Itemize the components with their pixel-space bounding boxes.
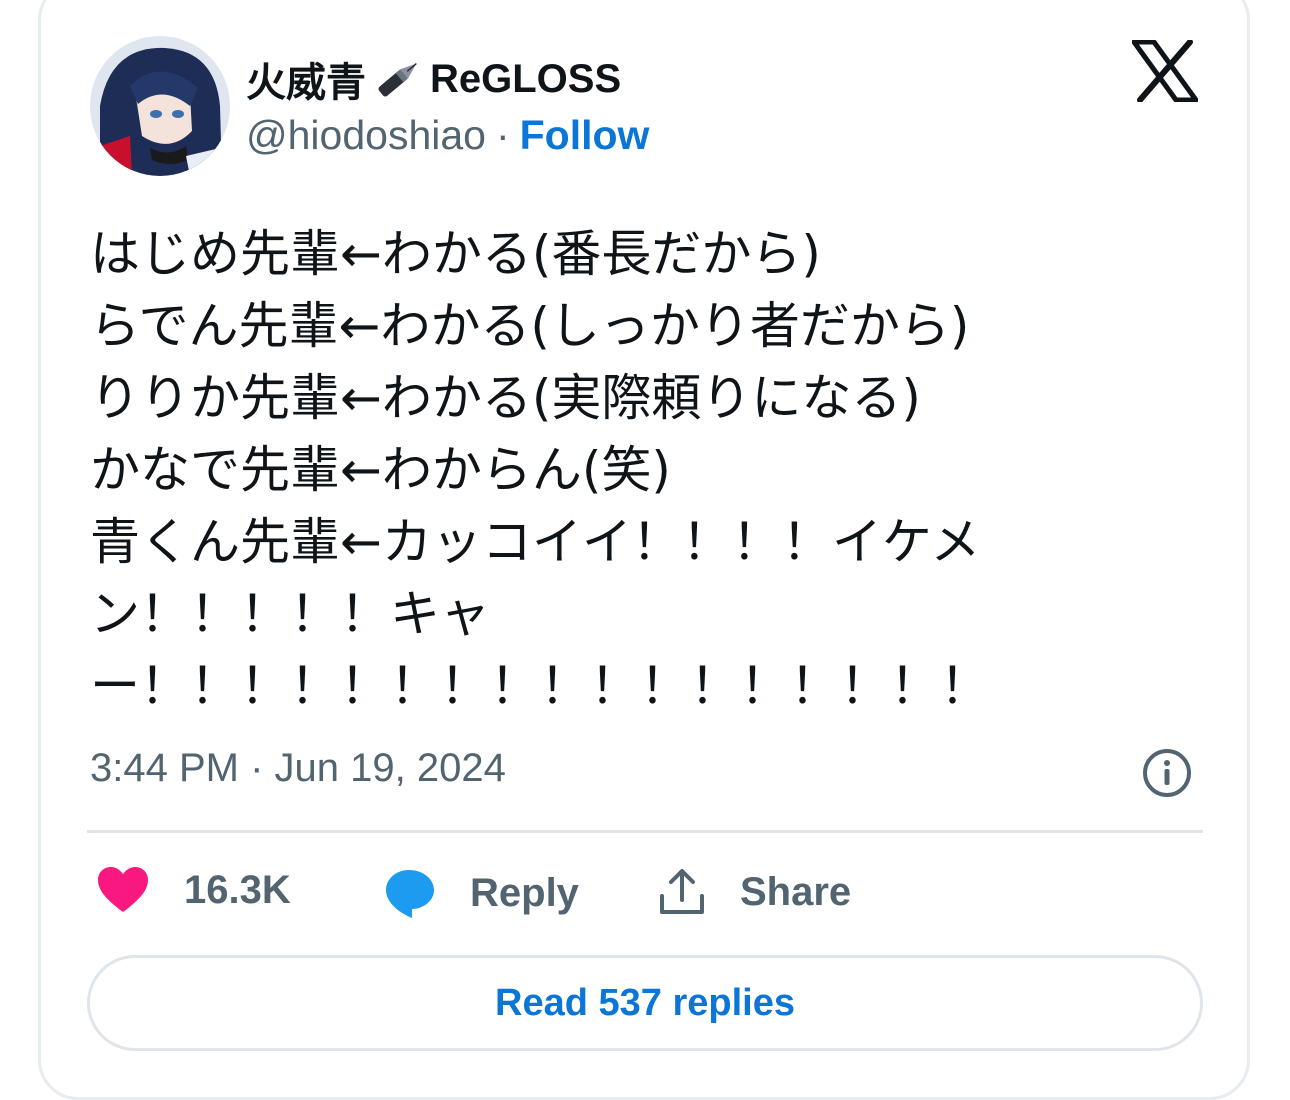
handle[interactable]: @hiodoshiao (246, 112, 486, 159)
fountain-pen-icon (370, 53, 426, 105)
tweet-text: はじめ先輩←わかる(番長だから) らでん先輩←わかる(しっかり者だから) りりか… (90, 225, 990, 715)
share-icon (656, 866, 708, 918)
avatar[interactable] (90, 36, 230, 176)
reply-button[interactable]: Reply (382, 866, 579, 920)
speech-bubble-icon (382, 866, 436, 920)
share-label: Share (740, 869, 852, 914)
read-replies-label: Read 537 replies (495, 981, 795, 1024)
display-name-text: 火威青 (246, 61, 366, 105)
info-icon[interactable] (1140, 746, 1194, 800)
read-replies-button[interactable]: Read 537 replies (87, 955, 1203, 1051)
tweet-timestamp[interactable]: 3:44 PM · Jun 19, 2024 (90, 746, 506, 791)
share-button[interactable]: Share (656, 866, 851, 918)
like-count: 16.3K (184, 867, 291, 912)
display-name-suffix: ReGLOSS (430, 56, 622, 101)
avatar-image (90, 36, 230, 176)
divider (87, 830, 1203, 833)
follow-button[interactable]: Follow (520, 112, 650, 159)
reply-label: Reply (470, 870, 579, 915)
handle-row: @hiodoshiao · Follow (246, 112, 649, 159)
handle-separator: · (495, 112, 510, 158)
like-button[interactable]: 16.3K (96, 866, 291, 914)
x-logo-icon[interactable] (1131, 39, 1199, 103)
heart-icon (96, 866, 150, 914)
display-name[interactable]: 火威青 ReGLOSS (246, 50, 621, 108)
